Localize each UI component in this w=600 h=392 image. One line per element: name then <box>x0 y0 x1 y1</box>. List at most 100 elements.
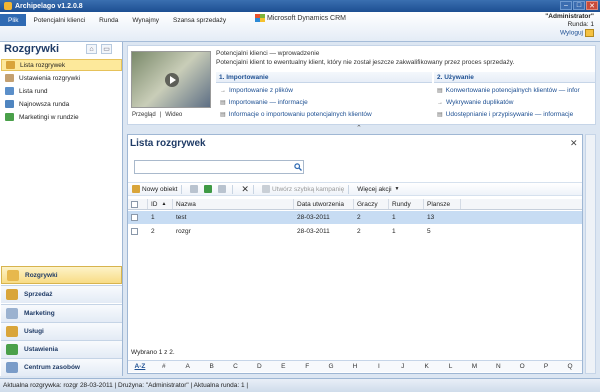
print-button[interactable] <box>190 185 200 193</box>
column-label: Plansze <box>427 200 451 208</box>
column-header-id[interactable]: ID ▲ <box>148 199 173 209</box>
table-header: ID ▲ Nazwa Data utworzenia Graczy Rundy P… <box>128 199 582 210</box>
alpha-filter-item[interactable]: Q <box>558 363 582 370</box>
alpha-filter-item[interactable]: N <box>486 363 510 370</box>
intro-text: Potencjalni klient to ewentualny klient,… <box>216 59 515 66</box>
alpha-filter-item[interactable]: F <box>295 363 319 370</box>
export-excel-button[interactable] <box>204 185 214 193</box>
alpha-filter-item[interactable]: B <box>200 363 224 370</box>
alpha-filter-item[interactable]: K <box>415 363 439 370</box>
duplicates-link[interactable]: → Wykrywanie duplikatów <box>437 99 514 106</box>
nav-item-games-list[interactable]: Lista rozgrywek <box>1 59 122 71</box>
area-label: Rozgrywki <box>25 271 58 279</box>
overview-link[interactable]: Przegląd <box>132 112 156 118</box>
user-name: "Administrator" <box>545 13 594 20</box>
more-actions-button[interactable]: Więcej akcji ▼ <box>357 186 399 193</box>
alpha-filter-item[interactable]: P <box>534 363 558 370</box>
alpha-filter-item[interactable]: E <box>271 363 295 370</box>
sales-area-icon <box>6 289 18 300</box>
import-leads-info-link[interactable]: ▤ Informacje o importowaniu potencjalnych… <box>220 111 372 118</box>
area-sales[interactable]: Sprzedaż <box>1 285 122 303</box>
link-text: Importowanie z plików <box>229 87 293 94</box>
table-row[interactable]: 1 test 28-03-2011 2 1 13 <box>128 211 582 224</box>
cell-name[interactable]: test <box>173 211 294 224</box>
nav-header-icons: ⌂ ▭ <box>86 44 112 54</box>
play-icon[interactable] <box>165 73 179 87</box>
collapse-chevron-icon[interactable]: ⌃ <box>356 124 362 132</box>
cell-id: 1 <box>151 214 155 221</box>
intro-video-thumbnail[interactable] <box>131 51 211 108</box>
alpha-filter-item[interactable]: A <box>176 363 200 370</box>
area-label: Usługi <box>24 328 44 335</box>
new-record-button[interactable]: Nowy obiekt <box>132 185 177 193</box>
area-services[interactable]: Usługi <box>1 322 122 340</box>
marketing-area-icon <box>6 308 18 319</box>
nav-item-game-settings[interactable]: Ustawienia rozgrywki <box>1 72 122 84</box>
doc-icon: ▤ <box>220 100 226 106</box>
grid-toolbar: Nowy obiekt ✕ Utwórz szybką kampanię Wię… <box>128 182 582 196</box>
nav-item-label: Lista rund <box>19 87 48 95</box>
alpha-filter-item[interactable]: G <box>319 363 343 370</box>
pin-icon[interactable]: ▭ <box>101 44 112 54</box>
area-settings[interactable]: Ustawienia <box>1 340 122 358</box>
menu-leads[interactable]: Potencjalni klienci <box>26 14 92 26</box>
nav-item-latest-round[interactable]: Najnowsza runda <box>1 98 122 110</box>
alpha-filter-item[interactable]: # <box>152 363 176 370</box>
row-checkbox[interactable] <box>131 228 138 235</box>
select-all-column[interactable] <box>128 199 148 209</box>
brand: Microsoft Dynamics CRM <box>255 14 346 22</box>
cell-players: 2 <box>357 228 361 235</box>
maximize-icon[interactable]: □ <box>573 1 585 10</box>
alpha-filter-item[interactable]: M <box>462 363 486 370</box>
menu-file[interactable]: Plik <box>0 14 27 26</box>
logout-link[interactable]: Wyloguj <box>560 30 583 37</box>
delete-button[interactable]: ✕ <box>241 184 249 195</box>
right-scrollbar[interactable] <box>585 134 596 374</box>
import-link[interactable]: → Importowanie z plików <box>220 87 293 94</box>
cell-name[interactable]: rozgr <box>173 225 294 238</box>
cell-date: 28-03-2011 <box>297 214 330 221</box>
search-icon[interactable] <box>293 161 303 173</box>
close-icon[interactable]: ✕ <box>570 138 578 149</box>
button-label: Nowy obiekt <box>142 185 178 193</box>
alpha-filter-item[interactable]: O <box>510 363 534 370</box>
nav-item-rounds-list[interactable]: Lista rund <box>1 85 122 97</box>
row-checkbox[interactable] <box>131 214 138 221</box>
alpha-filter-item[interactable]: J <box>391 363 415 370</box>
alpha-filter-item[interactable]: I <box>367 363 391 370</box>
table-row[interactable]: 2 rozgr 28-03-2011 2 1 5 <box>128 225 582 238</box>
convert-leads-link[interactable]: ▤ Konwertowanie potencjalnych klientów — … <box>437 87 595 94</box>
menu-rentals[interactable]: Wynajmy <box>125 14 166 26</box>
select-all-checkbox[interactable] <box>131 200 138 208</box>
nav-item-round-marketing[interactable]: Marketingi w rundzie <box>1 111 122 123</box>
minimize-icon[interactable]: – <box>560 1 572 10</box>
area-marketing[interactable]: Marketing <box>1 304 122 322</box>
column-header-boards[interactable]: Plansze <box>424 199 461 209</box>
column-header-rounds[interactable]: Rundy <box>389 199 424 209</box>
chevron-down-icon: ▼ <box>394 186 400 192</box>
button-label: Więcej akcji <box>357 185 392 193</box>
edit-button[interactable] <box>218 185 228 193</box>
cell-id: 2 <box>151 228 155 235</box>
help-icon[interactable] <box>585 29 594 37</box>
link-separator: | <box>159 112 162 118</box>
column-header-name[interactable]: Nazwa <box>173 199 294 209</box>
video-link[interactable]: Wideo <box>165 112 182 118</box>
import-info-link[interactable]: ▤ Importowanie — informacje <box>220 99 308 106</box>
column-header-players[interactable]: Graczy <box>354 199 389 209</box>
alpha-filter-item[interactable]: C <box>224 363 248 370</box>
home-icon[interactable]: ⌂ <box>86 44 97 54</box>
alpha-filter-item[interactable]: H <box>343 363 367 370</box>
alpha-filter-item[interactable]: D <box>247 363 271 370</box>
menu-opportunity[interactable]: Szansa sprzedaży <box>166 14 233 26</box>
search-input[interactable] <box>134 160 304 174</box>
area-games[interactable]: Rozgrywki <box>1 266 122 284</box>
share-assign-link[interactable]: ▤ Udostępnianie i przypisywanie — informa… <box>437 111 595 118</box>
menu-round[interactable]: Runda <box>92 14 125 26</box>
close-icon[interactable]: ✕ <box>586 1 598 10</box>
quick-campaign-button[interactable]: Utwórz szybką kampanię <box>261 185 344 193</box>
alpha-filter-all[interactable]: A-Z <box>128 363 152 370</box>
alpha-filter-item[interactable]: L <box>439 363 463 370</box>
column-header-date[interactable]: Data utworzenia <box>294 199 354 209</box>
area-resource-center[interactable]: Centrum zasobów <box>1 358 122 376</box>
